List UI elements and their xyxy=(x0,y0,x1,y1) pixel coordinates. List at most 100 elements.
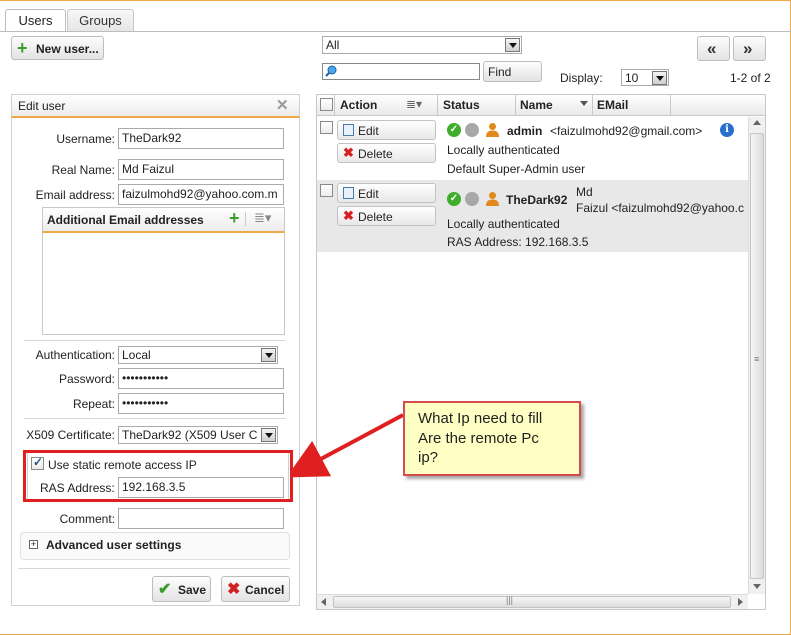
edit-label: Edit xyxy=(358,124,379,138)
column-header-email[interactable]: EMail xyxy=(597,98,628,112)
column-header-status[interactable]: Status xyxy=(443,98,480,112)
scroll-down-icon[interactable] xyxy=(753,584,761,589)
password-field[interactable]: ••••••••••• xyxy=(118,368,284,389)
select-all-checkbox[interactable] xyxy=(320,98,333,111)
callout-line-3: ip? xyxy=(418,449,439,466)
close-icon: ✖ xyxy=(227,581,241,598)
vertical-scrollbar[interactable]: ≡ xyxy=(748,117,765,594)
display-label: Display: xyxy=(560,71,603,85)
edit-button[interactable]: Edit xyxy=(337,183,436,203)
checkmark-icon: ✔ xyxy=(158,581,172,598)
row-description: Default Super-Admin user xyxy=(447,162,586,176)
username-field[interactable]: TheDark92 xyxy=(118,128,284,149)
save-button[interactable]: ✔ Save xyxy=(152,576,211,602)
tab-groups[interactable]: Groups xyxy=(67,9,134,31)
enabled-status-icon: ✓ xyxy=(447,123,461,137)
username-label: Username: xyxy=(56,132,115,146)
search-input[interactable] xyxy=(322,63,480,80)
authentication-select[interactable]: Local xyxy=(118,346,278,364)
column-separator xyxy=(592,94,593,116)
scroll-thumb[interactable]: ≡ xyxy=(750,133,764,579)
column-separator xyxy=(670,94,671,116)
offline-status-icon xyxy=(465,192,479,206)
divider xyxy=(18,568,290,569)
row-name: admin xyxy=(507,124,543,138)
edit-button[interactable]: Edit xyxy=(337,120,436,140)
next-page-button[interactable]: » xyxy=(733,36,766,61)
comment-field[interactable] xyxy=(118,508,284,529)
cancel-label: Cancel xyxy=(245,583,285,597)
email-field[interactable]: faizulmohd92@yahoo.com.m xyxy=(118,184,284,205)
tab-groups-label: Groups xyxy=(79,13,122,28)
realname-field[interactable]: Md Faizul xyxy=(118,159,284,180)
x509-label: X509 Certificate: xyxy=(26,428,115,442)
callout-line-1: What Ip need to fill xyxy=(418,410,543,427)
row-email: <faizulmohd92@gmail.com> xyxy=(550,124,703,138)
tab-users-label: Users xyxy=(18,13,53,28)
authentication-value: Local xyxy=(122,348,151,362)
close-icon[interactable]: ✕ xyxy=(276,96,289,114)
edit-label: Edit xyxy=(358,187,379,201)
edit-icon xyxy=(343,187,354,199)
filter-select[interactable]: All xyxy=(322,36,522,54)
column-separator xyxy=(334,94,335,116)
row-checkbox[interactable] xyxy=(320,184,333,197)
new-user-button[interactable]: + New user... xyxy=(11,36,104,60)
chevron-down-icon xyxy=(505,38,520,52)
row-email: Faizul <faizulmohd92@yahoo.c xyxy=(576,201,744,215)
offline-status-icon xyxy=(465,123,479,137)
chevron-down-icon xyxy=(261,348,276,362)
expand-icon[interactable]: + xyxy=(29,540,38,549)
tab-divider xyxy=(0,31,791,32)
additional-emails-header: Additional Email addresses + ≣▾ xyxy=(42,207,285,233)
display-select[interactable]: 10 xyxy=(621,69,669,86)
new-user-label: New user... xyxy=(36,42,99,56)
annotation-arrow-icon xyxy=(290,413,404,478)
prev-page-button[interactable]: « xyxy=(697,36,730,61)
repeat-password-field[interactable]: ••••••••••• xyxy=(118,393,284,414)
row-auth: Locally authenticated xyxy=(447,217,560,231)
password-label: Password: xyxy=(58,372,115,386)
realname-label: Real Name: xyxy=(51,163,115,177)
annotation-callout: What Ip need to fill Are the remote Pc i… xyxy=(403,401,581,476)
delete-button[interactable]: ✖ Delete xyxy=(337,206,436,226)
edit-icon xyxy=(343,124,354,136)
scroll-up-icon[interactable] xyxy=(753,120,761,125)
search-icon xyxy=(325,65,337,77)
cancel-button[interactable]: ✖ Cancel xyxy=(221,576,290,602)
save-label: Save xyxy=(178,583,207,597)
horizontal-scrollbar[interactable]: ||| xyxy=(317,594,748,609)
row-checkbox[interactable] xyxy=(320,121,333,134)
annotation-highlight-box xyxy=(23,450,293,502)
tab-users[interactable]: Users xyxy=(5,9,66,32)
column-header-action[interactable]: Action xyxy=(340,98,377,112)
delete-button[interactable]: ✖ Delete xyxy=(337,143,436,163)
row-auth: Locally authenticated xyxy=(447,143,560,157)
column-menu-icon[interactable]: ≣▾ xyxy=(406,97,422,111)
user-icon xyxy=(485,122,500,140)
double-right-arrow-icon: » xyxy=(743,39,753,58)
email-label: Email address: xyxy=(35,188,115,202)
column-menu-icon[interactable]: ≣▾ xyxy=(254,210,271,226)
x509-value: TheDark92 (X509 User C xyxy=(122,428,258,442)
row-ras-address: RAS Address: 192.168.3.5 xyxy=(447,235,589,249)
advanced-settings-section[interactable]: + Advanced user settings xyxy=(20,532,290,560)
display-select-value: 10 xyxy=(625,71,639,85)
scroll-left-icon[interactable] xyxy=(321,598,326,606)
filter-select-value: All xyxy=(326,38,340,52)
add-email-icon[interactable]: + xyxy=(229,208,240,229)
scroll-thumb[interactable]: ||| xyxy=(333,595,731,608)
chevron-down-icon xyxy=(652,71,667,85)
info-icon[interactable]: i xyxy=(720,123,734,137)
find-button[interactable]: Find xyxy=(483,61,542,82)
column-header-name[interactable]: Name xyxy=(520,98,553,112)
plus-icon: + xyxy=(17,38,28,58)
sort-desc-icon xyxy=(580,101,588,106)
grip-icon: ≡ xyxy=(754,354,760,364)
x509-select[interactable]: TheDark92 (X509 User C xyxy=(118,426,278,444)
scroll-right-icon[interactable] xyxy=(738,598,743,606)
delete-icon: ✖ xyxy=(343,208,354,223)
row-realname: Md xyxy=(576,185,593,199)
divider xyxy=(24,418,286,419)
user-icon xyxy=(485,191,500,209)
